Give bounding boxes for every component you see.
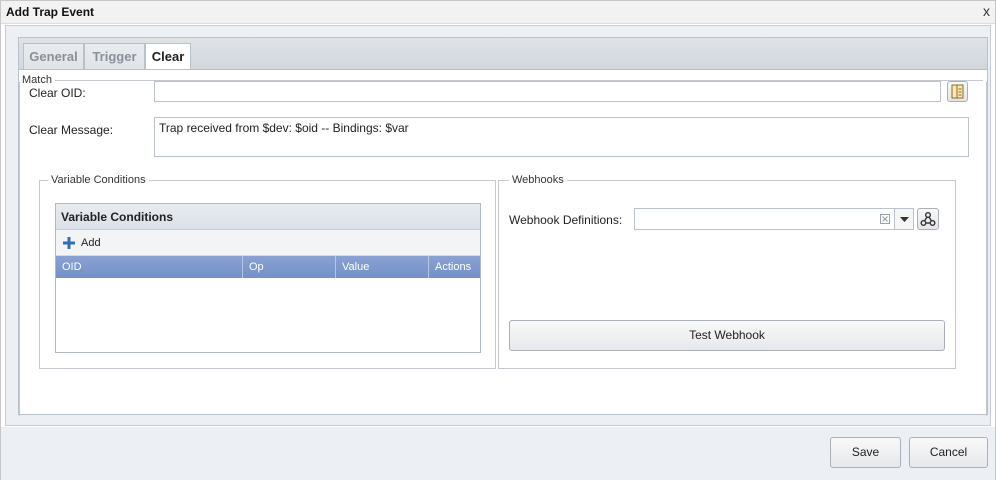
grid-toolbar: Add xyxy=(56,230,480,256)
webhooks-legend: Webhooks xyxy=(512,174,564,186)
save-button[interactable]: Save xyxy=(830,437,901,468)
clear-tab-panel: Match Clear OID: Clear Message: Trap rec xyxy=(18,69,988,416)
test-webhook-button[interactable]: Test Webhook xyxy=(509,320,945,351)
dialog-title: Add Trap Event xyxy=(6,5,95,19)
tab-trigger[interactable]: Trigger xyxy=(84,43,145,70)
webhook-definitions-combobox[interactable] xyxy=(634,208,914,230)
column-op[interactable]: Op xyxy=(243,256,336,278)
oid-browser-button[interactable] xyxy=(947,81,968,102)
clear-field-icon[interactable] xyxy=(880,214,890,224)
dialog-titlebar[interactable]: Add Trap Event x xyxy=(1,1,995,24)
close-icon[interactable]: x xyxy=(983,3,990,19)
clear-message-value: Trap received from $dev: $oid -- Binding… xyxy=(159,121,409,135)
dialog-body: General Trigger Clear Match Clear OID: C… xyxy=(5,25,991,426)
grid-body xyxy=(56,278,480,352)
oid-browser-icon xyxy=(951,84,964,99)
column-value[interactable]: Value xyxy=(336,256,429,278)
webhook-icon xyxy=(920,212,936,226)
match-legend: Match xyxy=(22,74,52,86)
column-actions[interactable]: Actions xyxy=(429,256,480,278)
dialog-footer: Save Cancel xyxy=(1,427,995,480)
cancel-button[interactable]: Cancel xyxy=(909,437,988,468)
plus-icon xyxy=(63,237,75,249)
variable-conditions-grid: Variable Conditions Add OID Op Value Act… xyxy=(55,203,481,353)
clear-message-textarea[interactable]: Trap received from $dev: $oid -- Binding… xyxy=(154,117,969,157)
clear-oid-input[interactable] xyxy=(154,81,941,102)
webhook-definitions-label: Webhook Definitions: xyxy=(509,213,623,227)
tab-clear[interactable]: Clear xyxy=(145,43,191,71)
grid-header: OID Op Value Actions xyxy=(56,256,480,278)
column-oid[interactable]: OID xyxy=(56,256,243,278)
chevron-down-icon xyxy=(900,217,909,222)
grid-title: Variable Conditions xyxy=(56,204,480,230)
tab-general[interactable]: General xyxy=(23,43,84,70)
tab-bar: General Trigger Clear xyxy=(18,37,988,71)
clear-oid-label: Clear OID: xyxy=(29,86,86,100)
variable-conditions-legend: Variable Conditions xyxy=(51,174,146,186)
add-label: Add xyxy=(81,237,101,249)
add-trap-event-dialog: Add Trap Event x General Trigger Clear M… xyxy=(0,0,996,480)
webhook-manage-button[interactable] xyxy=(917,208,939,230)
clear-message-label: Clear Message: xyxy=(29,123,114,137)
dropdown-trigger[interactable] xyxy=(894,209,913,229)
